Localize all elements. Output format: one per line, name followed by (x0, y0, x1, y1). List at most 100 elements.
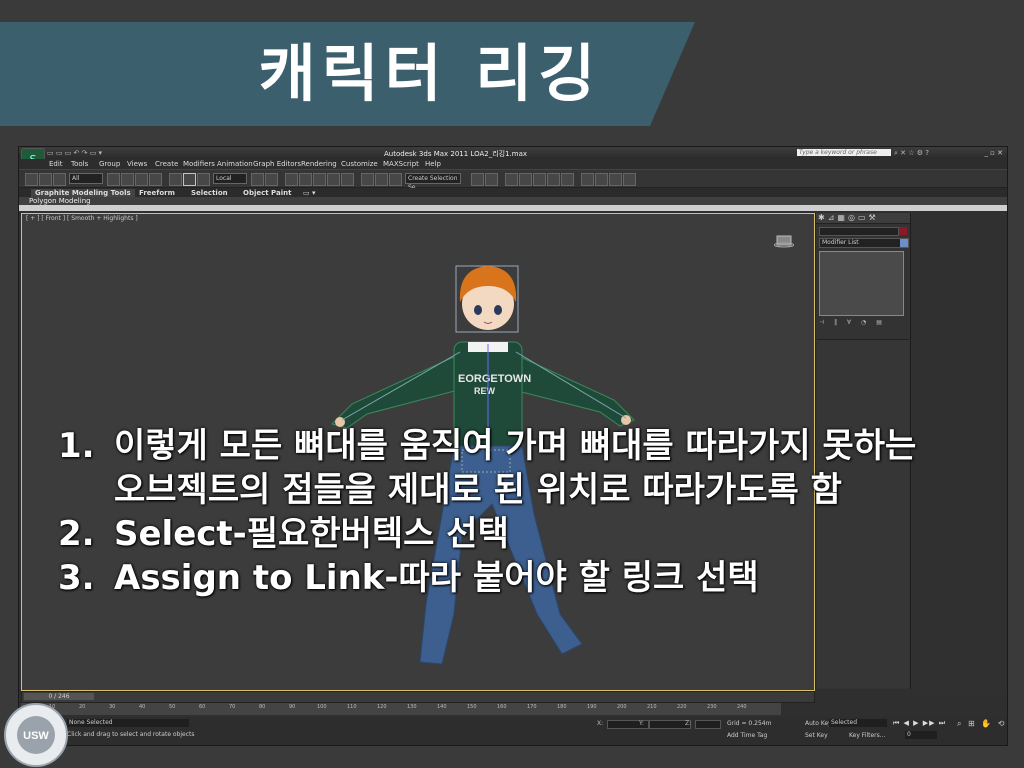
edit-named-sets-icon[interactable] (375, 173, 388, 186)
named-selection-icon[interactable] (361, 173, 374, 186)
menu-rendering[interactable]: Rendering (301, 160, 337, 168)
layer-manager-icon[interactable] (505, 173, 518, 186)
modifier-list-select[interactable]: Modifier List (819, 238, 909, 248)
ribbon-options-icon[interactable]: ▭ ▾ (303, 189, 316, 197)
rectangular-selection-icon[interactable] (135, 173, 148, 186)
quick-access-toolbar[interactable]: ▭ ▭ ▭ ↶ ↷ ▭ ▾ (47, 149, 102, 157)
rendered-frame-icon[interactable] (595, 173, 608, 186)
render-setup-icon[interactable] (581, 173, 594, 186)
bind-space-warp-icon[interactable] (53, 173, 66, 186)
menu-graph-editors[interactable]: Graph Editors (253, 160, 301, 168)
object-color-swatch[interactable] (899, 227, 907, 235)
steps-list: 1. 이렇게 모든 뼈대를 움직여 가며 뼈대를 따라가지 못하는 오브젝트의 … (58, 424, 958, 600)
x-label: X: (597, 720, 604, 727)
keyboard-shortcut-icon[interactable] (285, 173, 298, 186)
y-label: Y: (639, 720, 644, 727)
curve-editor-icon[interactable] (533, 173, 546, 186)
snaps-toggle-icon[interactable] (299, 173, 312, 186)
current-frame-field[interactable]: 0 (905, 731, 937, 739)
tick-label: 30 (109, 704, 116, 710)
tab-freeform[interactable]: Freeform (139, 189, 175, 197)
main-toolbar: All Local Create Selection Se (19, 169, 1007, 191)
menu-edit[interactable]: Edit (49, 160, 63, 168)
step-text: 이렇게 모든 뼈대를 움직여 가며 뼈대를 따라가지 못하는 오브젝트의 점들을… (114, 426, 917, 510)
material-editor-icon[interactable] (561, 173, 574, 186)
link-icon[interactable] (25, 173, 38, 186)
rotate-icon[interactable] (183, 173, 196, 186)
unlink-icon[interactable] (39, 173, 52, 186)
tick-label: 130 (407, 704, 417, 710)
infocenter-icons[interactable]: ⌕ ✕ ☆ ⚙ ? (894, 149, 929, 158)
angle-snap-icon[interactable] (313, 173, 326, 186)
modifier-stack[interactable] (819, 251, 904, 316)
step-text: Assign to Link-따라 붙어야 할 링크 선택 (114, 558, 759, 598)
named-selection-set-select[interactable]: Create Selection Se (405, 173, 461, 191)
menu-views[interactable]: Views (127, 160, 147, 168)
tick-label: 140 (437, 704, 447, 710)
object-name-field[interactable] (819, 227, 899, 236)
tab-selection[interactable]: Selection (191, 189, 228, 197)
schematic-view-icon[interactable] (547, 173, 560, 186)
status-bar: None Selected Click and drag to select a… (19, 717, 1007, 745)
tick-label: 210 (647, 704, 657, 710)
render-production-icon[interactable] (609, 173, 622, 186)
menu-animation[interactable]: Animation (217, 160, 253, 168)
polygon-modeling-panel[interactable]: Polygon Modeling (29, 197, 91, 205)
auto-key-button[interactable]: Auto Key (805, 720, 832, 727)
move-icon[interactable] (169, 173, 182, 186)
key-filters-button[interactable]: Key Filters... (849, 732, 886, 739)
graphite-toggle-icon[interactable] (519, 173, 532, 186)
menu-create[interactable]: Create (155, 160, 178, 168)
step-text: Select-필요한버텍스 선택 (114, 514, 509, 554)
window-crossing-icon[interactable] (149, 173, 162, 186)
tick-label: 230 (707, 704, 717, 710)
playback-controls[interactable]: ⏮ ◀ ▶ ▶▶ ⏭ (893, 719, 946, 728)
spinner-snap-icon[interactable] (341, 173, 354, 186)
menu-customize[interactable]: Customize (341, 160, 378, 168)
select-manipulate-icon[interactable] (265, 173, 278, 186)
menu-modifiers[interactable]: Modifiers (183, 160, 215, 168)
key-mode-select[interactable]: Selected (829, 719, 887, 727)
menu-help[interactable]: Help (425, 160, 441, 168)
time-slider[interactable]: 0 / 246 (21, 691, 815, 703)
selection-filter-select[interactable]: All (69, 173, 103, 184)
add-time-tag-button[interactable]: Add Time Tag (727, 732, 767, 739)
select-object-icon[interactable] (107, 173, 120, 186)
tick-label: 160 (497, 704, 507, 710)
scale-icon[interactable] (197, 173, 210, 186)
modifier-stack-buttons[interactable]: ⊣ ‖ ∀ ◔ ▤ (819, 319, 886, 326)
time-slider-thumb[interactable]: 0 / 246 (24, 693, 94, 700)
set-key-button[interactable]: Set Key (805, 732, 828, 739)
z-coordinate-field[interactable] (695, 720, 721, 729)
chevron-down-icon[interactable] (900, 239, 908, 247)
percent-snap-icon[interactable] (327, 173, 340, 186)
tab-graphite-modeling-tools[interactable]: Graphite Modeling Tools (31, 189, 135, 197)
tick-label: 240 (737, 704, 747, 710)
tick-label: 220 (677, 704, 687, 710)
prompt-line: Click and drag to select and rotate obje… (67, 731, 195, 738)
tick-label: 180 (557, 704, 567, 710)
menu-maxscript[interactable]: MAXScript (383, 160, 419, 168)
window-controls[interactable]: _ ▫ ✕ (984, 149, 1003, 157)
tick-label: 60 (199, 704, 206, 710)
select-by-name-icon[interactable] (121, 173, 134, 186)
tick-label: 70 (229, 704, 236, 710)
teapot-icon[interactable] (623, 173, 636, 186)
viewport-navigation-icons[interactable]: ⌕ ⊞ ✋ ⟲ (957, 719, 1006, 729)
align-icon[interactable] (485, 173, 498, 186)
track-bar[interactable]: 10 20 30 40 50 60 70 80 90 100 110 120 1… (21, 703, 781, 715)
shirt-text-1: EORGETOWN (458, 373, 531, 385)
command-panel-tabs[interactable]: ✱⊿▦◎▭⚒ (816, 213, 910, 224)
mirror-icon[interactable] (471, 173, 484, 186)
pencil-icon[interactable] (389, 173, 402, 186)
tick-label: 80 (259, 704, 266, 710)
search-input[interactable]: Type a keyword or phrase (797, 149, 891, 156)
reference-coordinate-select[interactable]: Local (213, 173, 247, 184)
tick-label: 90 (289, 704, 296, 710)
tab-object-paint[interactable]: Object Paint (243, 189, 291, 197)
menu-group[interactable]: Group (99, 160, 120, 168)
menu-tools[interactable]: Tools (71, 160, 88, 168)
title-bar: S ▭ ▭ ▭ ↶ ↷ ▭ ▾ Autodesk 3ds Max 2011 LO… (19, 147, 1007, 172)
title-banner: 캐릭터 리깅 (0, 22, 1024, 126)
pivot-center-icon[interactable] (251, 173, 264, 186)
